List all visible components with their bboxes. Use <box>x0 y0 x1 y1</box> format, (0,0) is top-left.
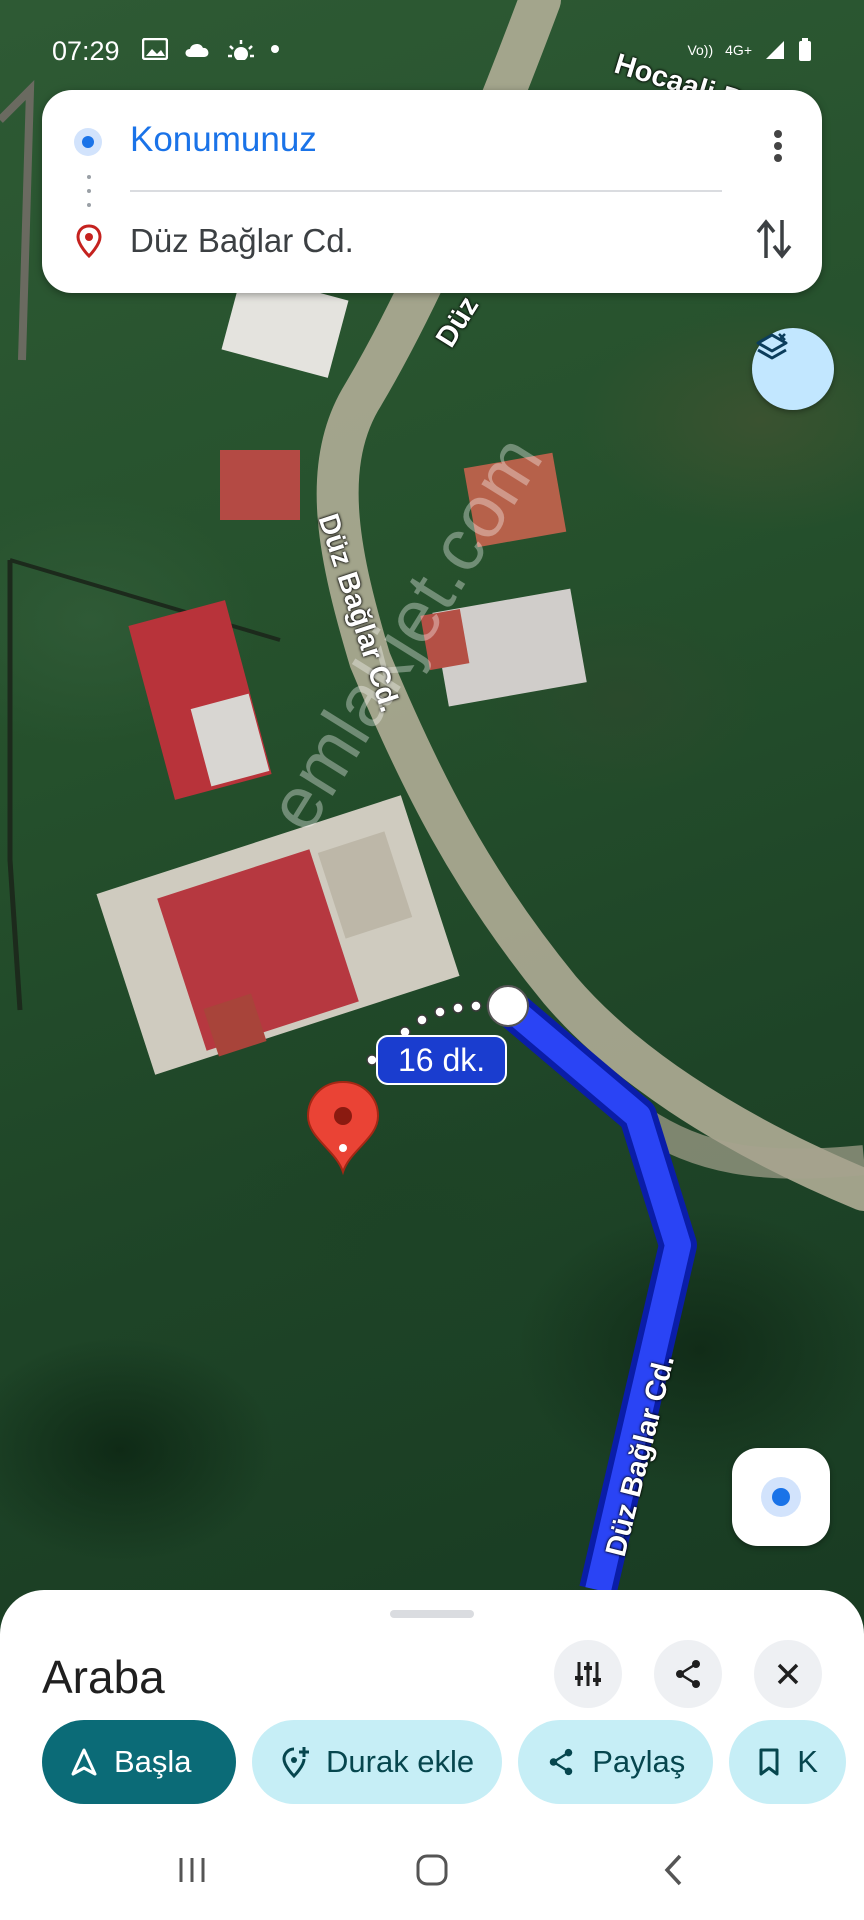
card-divider <box>130 190 722 192</box>
start-button[interactable]: Başla <box>42 1720 236 1804</box>
destination-field[interactable]: Düz Bağlar Cd. <box>130 222 354 260</box>
layers-icon <box>756 333 788 360</box>
destination-marker-icon <box>76 224 102 258</box>
bookmark-icon <box>759 1748 779 1776</box>
add-stop-button[interactable]: Durak ekle <box>252 1720 503 1804</box>
navigation-arrow-icon <box>71 1748 97 1776</box>
origin-field[interactable]: Konumunuz <box>130 120 317 160</box>
status-bar: 07:29 Vo)) 4G+ <box>0 0 864 70</box>
route-connector-dots <box>87 175 91 207</box>
tune-icon <box>575 1662 601 1686</box>
battery-icon <box>799 38 811 61</box>
travel-mode-title: Araba <box>42 1651 165 1703</box>
signal-icon <box>766 41 784 59</box>
layers-button[interactable] <box>752 328 834 410</box>
home-button[interactable] <box>402 1850 462 1890</box>
share-icon <box>676 1660 700 1688</box>
recents-icon <box>179 1858 205 1882</box>
start-button-label: Başla <box>114 1744 192 1779</box>
status-notification-icons <box>142 38 280 60</box>
network-indicator: 4G+ <box>725 42 752 58</box>
gallery-icon <box>142 38 168 60</box>
cloud-icon <box>185 43 209 57</box>
origin-location-icon <box>74 128 102 156</box>
dot-icon <box>271 45 279 53</box>
close-button[interactable] <box>754 1640 822 1708</box>
destination-pin-icon[interactable] <box>306 1080 380 1176</box>
my-location-icon <box>761 1477 801 1517</box>
share-route-button[interactable] <box>654 1640 722 1708</box>
save-chip-button[interactable]: K <box>729 1720 846 1804</box>
share-icon <box>549 1748 573 1776</box>
route-start-point <box>487 985 529 1027</box>
back-icon <box>664 1854 682 1886</box>
route-options-button[interactable] <box>554 1640 622 1708</box>
status-time: 07:29 <box>52 36 120 66</box>
status-system-icons: Vo)) 4G+ <box>687 38 812 62</box>
action-chips-row: Başla Durak ekle Paylaş K <box>42 1720 846 1804</box>
add-stop-label: Durak ekle <box>326 1744 475 1779</box>
my-location-button[interactable] <box>732 1448 830 1546</box>
recents-button[interactable] <box>162 1850 222 1890</box>
save-chip-label: K <box>797 1744 818 1779</box>
weather-sun-icon <box>228 40 254 60</box>
add-stop-icon <box>282 1747 309 1779</box>
share-chip-label: Paylaş <box>592 1744 686 1779</box>
route-search-card: Konumunuz Düz Bağlar Cd. <box>42 90 822 293</box>
close-icon <box>777 1663 799 1685</box>
volte-indicator: Vo)) <box>687 42 714 58</box>
sheet-drag-handle[interactable] <box>390 1610 474 1618</box>
share-chip-button[interactable]: Paylaş <box>518 1720 714 1804</box>
back-button[interactable] <box>644 1850 704 1890</box>
more-options-icon[interactable] <box>768 126 788 166</box>
home-icon <box>416 1854 448 1886</box>
eta-badge[interactable]: 16 dk. <box>376 1035 508 1085</box>
swap-directions-icon[interactable] <box>754 216 794 262</box>
system-navigation-bar <box>0 1820 864 1920</box>
